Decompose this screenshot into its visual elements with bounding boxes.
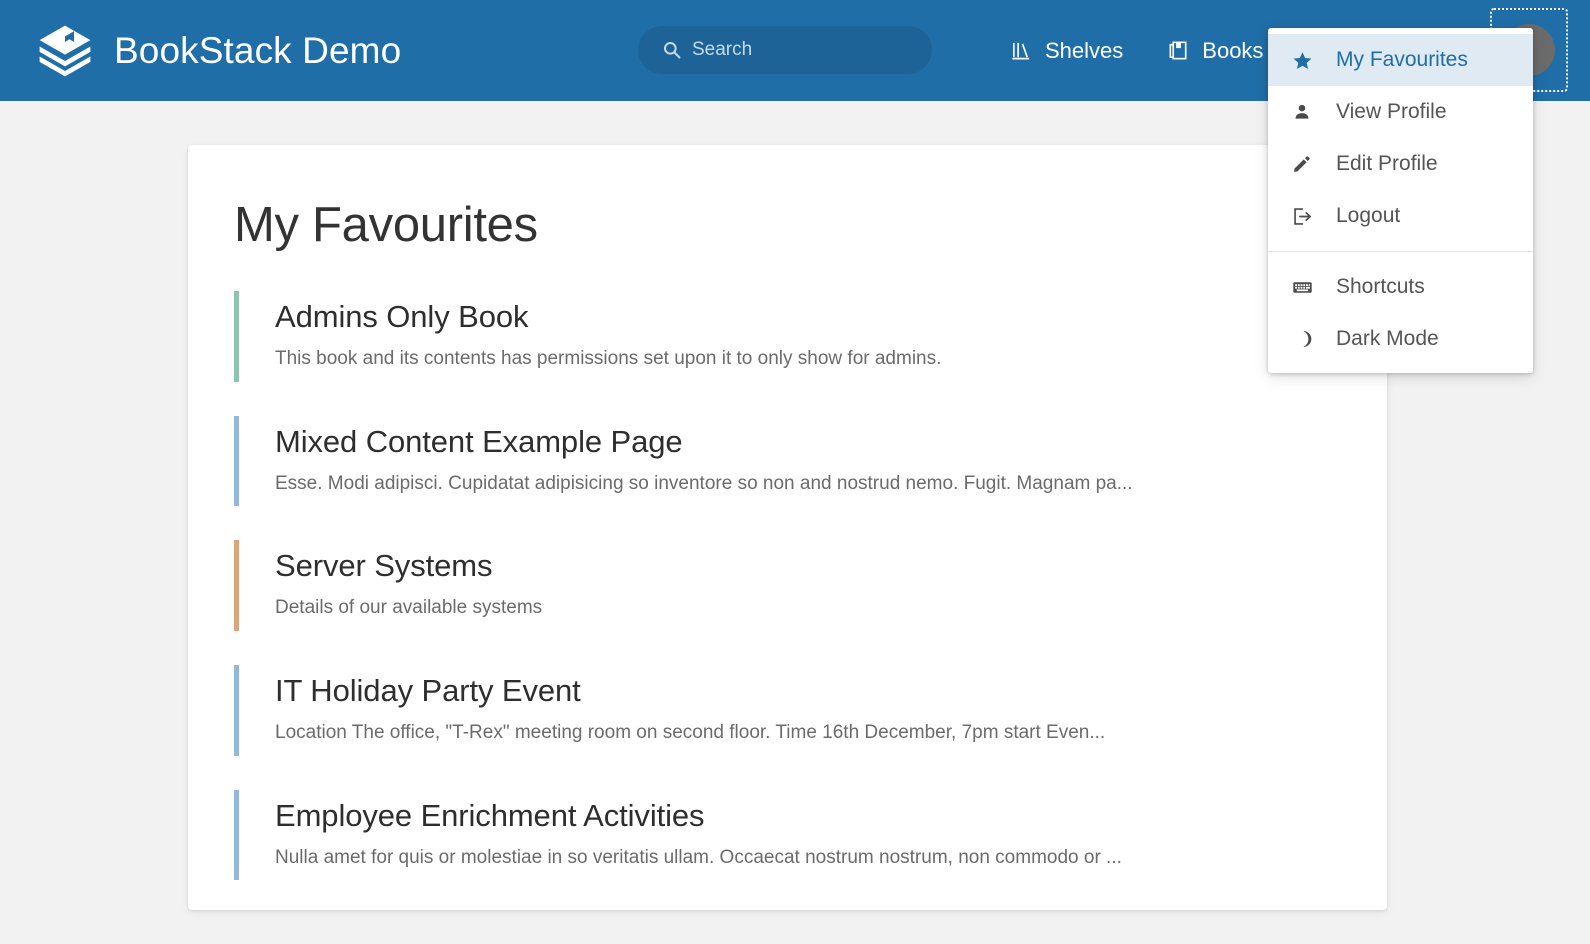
menu-label: Edit Profile — [1336, 152, 1438, 175]
entry-description: Nulla amet for quis or molestiae in so v… — [275, 846, 1122, 868]
header-nav: Shelves Books — [1010, 0, 1263, 101]
search-input[interactable] — [638, 26, 932, 74]
star-icon — [1290, 50, 1314, 71]
bookstack-logo-icon — [36, 22, 94, 80]
menu-item-shortcuts[interactable]: Shortcuts — [1268, 261, 1533, 313]
menu-divider — [1268, 251, 1533, 252]
books-icon — [1167, 39, 1190, 62]
list-item[interactable]: IT Holiday Party Event Location The offi… — [234, 664, 1341, 756]
list-item[interactable]: Mixed Content Example Page Esse. Modi ad… — [234, 415, 1341, 507]
entry-title: Server Systems — [275, 548, 493, 584]
moon-icon — [1290, 329, 1314, 349]
nav-label-books: Books — [1202, 37, 1264, 63]
brand-home-link[interactable]: BookStack Demo — [36, 22, 401, 80]
entry-title: Admins Only Book — [275, 299, 529, 334]
menu-item-view-profile[interactable]: View Profile — [1268, 86, 1533, 138]
page-title: My Favourites — [234, 198, 538, 252]
list-item[interactable]: Employee Enrichment Activities Nulla ame… — [234, 789, 1341, 881]
entry-title: Mixed Content Example Page — [275, 423, 683, 459]
menu-label: View Profile — [1336, 100, 1447, 123]
user-dropdown-menu: My Favourites View Profile Edit Profile — [1268, 28, 1533, 373]
logout-icon — [1290, 206, 1314, 227]
person-icon — [1290, 102, 1314, 122]
menu-label: Shortcuts — [1336, 275, 1425, 298]
nav-item-books[interactable]: Books — [1167, 38, 1263, 64]
favourites-list: Admins Only Book This book and its conte… — [234, 291, 1341, 914]
entry-title: IT Holiday Party Event — [275, 672, 581, 708]
menu-label: My Favourites — [1336, 48, 1468, 71]
list-item[interactable]: Server Systems Details of our available … — [234, 540, 1341, 631]
menu-item-dark-mode[interactable]: Dark Mode — [1268, 313, 1533, 365]
brand-title: BookStack Demo — [114, 29, 402, 71]
entry-description: This book and its contents has permissio… — [275, 347, 942, 369]
pencil-icon — [1290, 154, 1314, 174]
search-container — [638, 26, 932, 74]
menu-label: Dark Mode — [1336, 327, 1439, 350]
nav-label-shelves: Shelves — [1045, 37, 1124, 63]
entry-description: Location The office, "T-Rex" meeting roo… — [275, 721, 1106, 743]
keyboard-icon — [1290, 277, 1314, 298]
list-item[interactable]: Admins Only Book This book and its conte… — [234, 291, 1341, 382]
shelves-icon — [1010, 39, 1033, 62]
nav-item-shelves[interactable]: Shelves — [1010, 38, 1123, 64]
menu-item-my-favourites[interactable]: My Favourites — [1268, 34, 1533, 86]
menu-item-logout[interactable]: Logout — [1268, 190, 1533, 242]
entry-description: Esse. Modi adipisci. Cupidatat adipisici… — [275, 472, 1133, 494]
entry-description: Details of our available systems — [275, 597, 543, 619]
menu-label: Logout — [1336, 204, 1401, 227]
menu-item-edit-profile[interactable]: Edit Profile — [1268, 138, 1533, 190]
entry-title: Employee Enrichment Activities — [275, 797, 705, 833]
favourites-card: My Favourites Admins Only Book This book… — [188, 145, 1387, 910]
